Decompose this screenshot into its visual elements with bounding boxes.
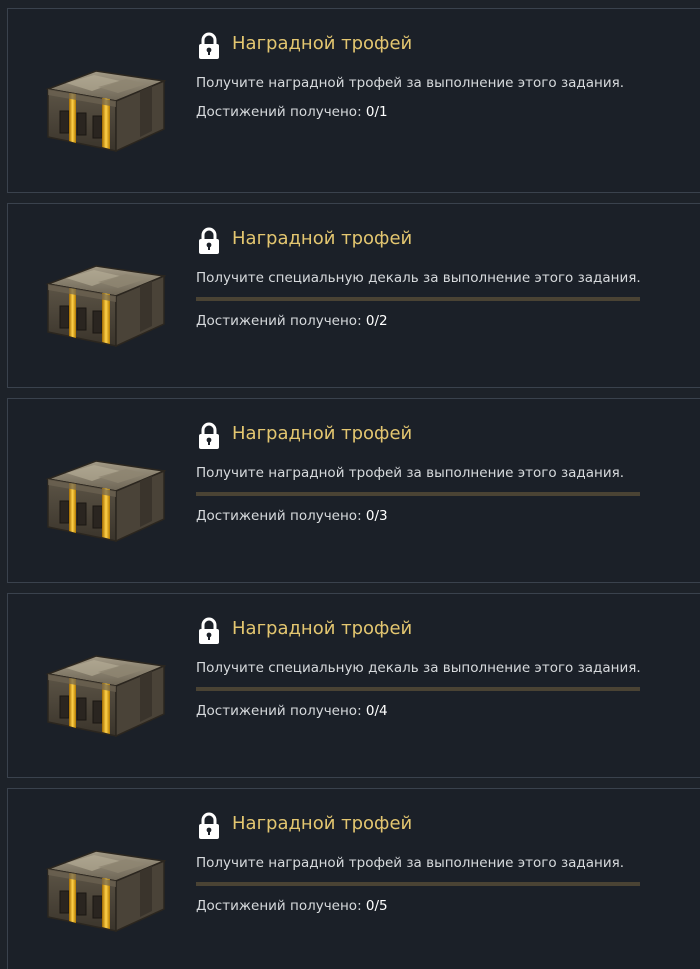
reward-chest-icon xyxy=(45,70,166,153)
achievement-description: Получите наградной трофей за выполнение … xyxy=(196,855,625,871)
achievement-description: Получите наградной трофей за выполнение … xyxy=(196,465,625,481)
achievement-progress-bar xyxy=(196,492,640,496)
achievement-card[interactable]: Наградной трофей Получите специальную де… xyxy=(7,593,700,778)
achievement-progress-bar xyxy=(196,882,640,886)
achievement-card[interactable]: Наградной трофей Получите специальную де… xyxy=(7,203,700,388)
achievement-progress-count: Достижений получено: 0/4 xyxy=(196,703,388,719)
reward-chest-icon xyxy=(45,655,166,738)
padlock-icon xyxy=(199,32,219,59)
padlock-icon xyxy=(199,422,219,449)
progress-count-label: Достижений получено: xyxy=(196,898,362,914)
progress-count-label: Достижений получено: xyxy=(196,313,362,329)
achievement-title: Наградной трофей xyxy=(232,813,413,834)
progress-count-label: Достижений получено: xyxy=(196,703,362,719)
achievement-title: Наградной трофей xyxy=(232,228,413,249)
achievement-description: Получите специальную декаль за выполнени… xyxy=(196,660,641,676)
achievement-title: Наградной трофей xyxy=(232,423,413,444)
padlock-icon xyxy=(199,812,219,839)
achievement-title: Наградной трофей xyxy=(232,33,413,54)
progress-count-label: Достижений получено: xyxy=(196,104,362,120)
progress-count-value: 0/3 xyxy=(365,508,388,524)
reward-chest-icon xyxy=(45,850,166,933)
progress-count-value: 0/2 xyxy=(365,313,388,329)
achievement-title: Наградной трофей xyxy=(232,618,413,639)
achievement-card[interactable]: Наградной трофей Получите наградной троф… xyxy=(7,788,700,969)
achievement-list: Наградной трофей Получите наградной троф… xyxy=(0,0,700,969)
achievement-progress-bar xyxy=(196,687,640,691)
padlock-icon xyxy=(199,227,219,254)
achievement-card[interactable]: Наградной трофей Получите наградной троф… xyxy=(7,398,700,583)
achievement-progress-count: Достижений получено: 0/2 xyxy=(196,313,388,329)
reward-chest-icon xyxy=(45,265,166,348)
achievement-description: Получите специальную декаль за выполнени… xyxy=(196,270,641,286)
achievement-progress-count: Достижений получено: 0/3 xyxy=(196,508,388,524)
achievement-progress-count: Достижений получено: 0/1 xyxy=(196,104,388,120)
achievement-card[interactable]: Наградной трофей Получите наградной троф… xyxy=(7,8,700,193)
progress-count-value: 0/1 xyxy=(365,104,388,120)
progress-count-label: Достижений получено: xyxy=(196,508,362,524)
padlock-icon xyxy=(199,617,219,644)
achievement-progress-bar xyxy=(196,297,640,301)
achievement-description: Получите наградной трофей за выполнение … xyxy=(196,75,625,91)
reward-chest-icon xyxy=(45,460,166,543)
achievement-progress-count: Достижений получено: 0/5 xyxy=(196,898,388,914)
progress-count-value: 0/4 xyxy=(365,703,388,719)
progress-count-value: 0/5 xyxy=(365,898,388,914)
